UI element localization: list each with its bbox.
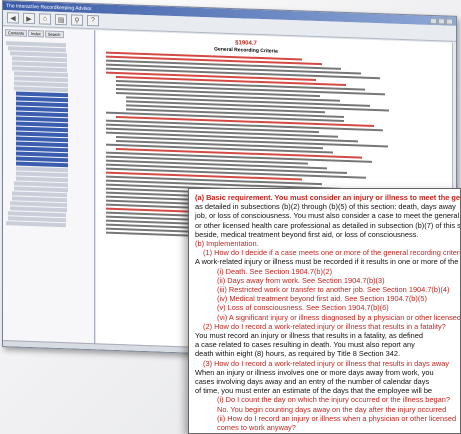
help-icon[interactable]: ? bbox=[87, 14, 99, 27]
navigation-pane: Contents Index Search bbox=[3, 27, 95, 352]
excerpt-line: or other licensed health care profession… bbox=[195, 220, 461, 230]
excerpt-line: (iv) Medical treatment beyond first aid.… bbox=[217, 294, 427, 304]
minimize-button[interactable] bbox=[430, 17, 437, 24]
excerpt-line: as detailed in subsections (b)(2) throug… bbox=[195, 202, 456, 212]
excerpt-line: (ii) Days away from work. See Section 19… bbox=[217, 275, 385, 285]
excerpt-line: (1) How do I decide if a case meets one … bbox=[203, 248, 461, 258]
excerpt-line: a case related to cases resulting in dea… bbox=[195, 340, 415, 350]
maximize-button[interactable] bbox=[438, 17, 445, 24]
excerpt-line: When an injury or illness involves one o… bbox=[195, 367, 434, 377]
back-icon[interactable]: ◀ bbox=[7, 12, 19, 24]
excerpt-line: (a) Basic requirement. You must consider… bbox=[195, 193, 461, 202]
excerpt-line: job, or loss of consciousness. You must … bbox=[195, 211, 460, 221]
excerpt-line: (2) How do I record a work-related injur… bbox=[203, 321, 446, 331]
excerpt-line: No. You begin counting days away on the … bbox=[217, 404, 447, 414]
search-icon[interactable]: ⚲ bbox=[71, 14, 83, 26]
excerpt-line: cases involving days away and an entry o… bbox=[195, 377, 430, 387]
contents-tree[interactable] bbox=[3, 38, 94, 231]
excerpt-line: comes to work anyway? bbox=[217, 423, 296, 433]
tab-search[interactable]: Search bbox=[44, 30, 64, 39]
tree-item[interactable] bbox=[6, 221, 66, 228]
excerpt-line: (i) Do I count the day on which the inju… bbox=[217, 395, 450, 405]
zoomed-excerpt: (a) Basic requirement. You must consider… bbox=[188, 188, 461, 434]
excerpt-line: (3) How do I record a work-related injur… bbox=[203, 358, 450, 368]
excerpt-line: (vi) A significant injury or illness dia… bbox=[217, 312, 461, 322]
excerpt-line: (b) Implementation. bbox=[195, 239, 259, 249]
forward-icon[interactable]: ▶ bbox=[23, 12, 35, 25]
close-button[interactable] bbox=[446, 18, 453, 25]
tab-index[interactable]: Index bbox=[28, 29, 44, 38]
tab-contents[interactable]: Contents bbox=[5, 29, 28, 37]
excerpt-line: (v) Loss of consciousness. See Section 1… bbox=[217, 303, 389, 313]
excerpt-line: A work-related injury or illness must be… bbox=[195, 257, 460, 267]
excerpt-line: (i) Death. See Section 1904.7(b)(2) bbox=[217, 266, 333, 276]
home-icon[interactable]: ⌂ bbox=[39, 13, 51, 25]
excerpt-line: (iii) Restricted work or transfer to ano… bbox=[217, 285, 450, 295]
excerpt-line: (ii) How do I record an injury or illnes… bbox=[217, 413, 457, 423]
excerpt-line: death within eight (8) hours, as require… bbox=[195, 349, 401, 359]
excerpt-line: of time, you must enter an estimate of t… bbox=[195, 386, 433, 396]
excerpt-line: You must record an injury or illness tha… bbox=[195, 331, 423, 341]
excerpt-line: beside, medical treatment beyond first a… bbox=[195, 229, 419, 239]
print-icon[interactable]: ▤ bbox=[55, 13, 67, 26]
